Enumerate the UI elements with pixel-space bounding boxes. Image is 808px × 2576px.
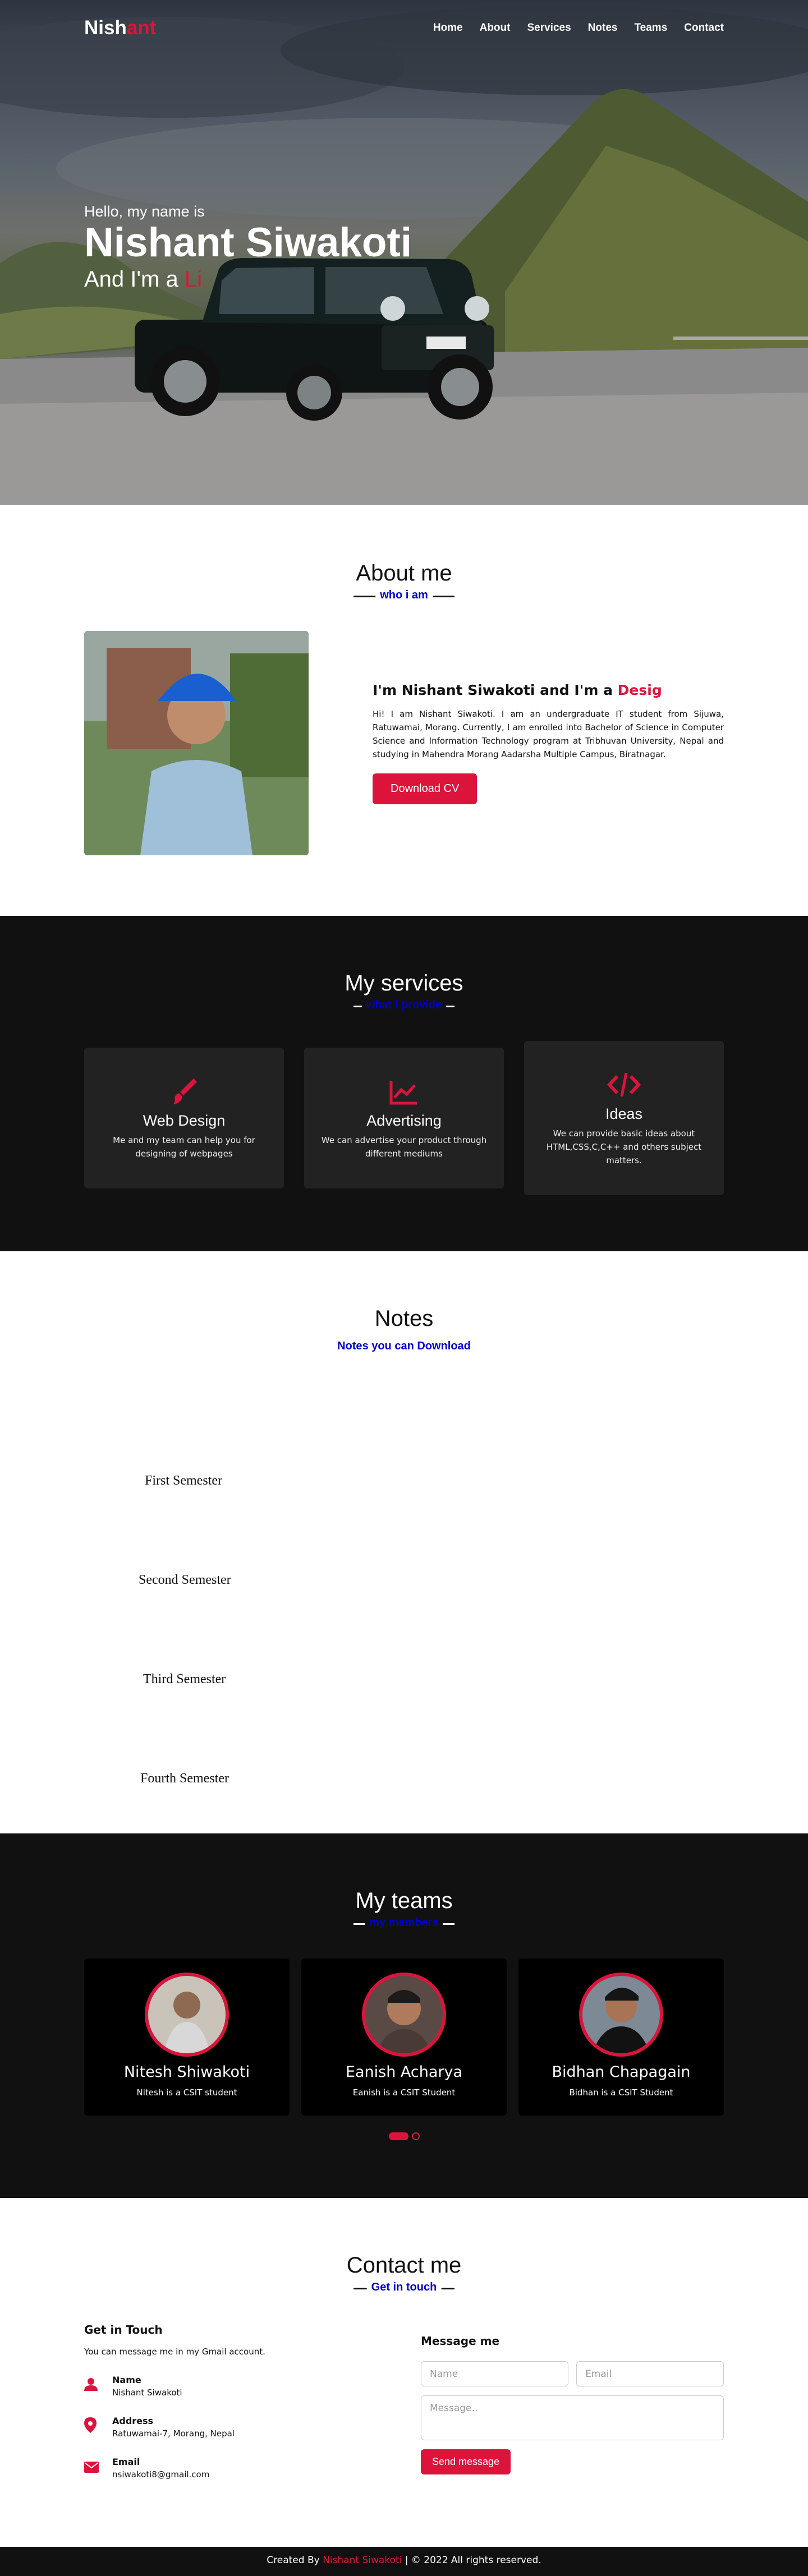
carousel-dot-2[interactable] — [411, 2132, 420, 2140]
chart-line-icon — [318, 1076, 490, 1107]
teams-section: My teams my members Nitesh Shiwakoti Nit… — [0, 1833, 808, 2198]
hero-text: Hello, my name is Nishant Siwakoti And I… — [84, 203, 412, 292]
paintbrush-icon — [98, 1076, 270, 1107]
hero-section: Hello, my name is Nishant Siwakoti And I… — [0, 0, 808, 505]
semester-link-second[interactable]: Second Semester — [139, 1573, 231, 1588]
about-section: About me who i am I'm Nishant Siwakoti a… — [0, 505, 808, 916]
member-role: Eanish is a CSIT Student — [352, 2087, 456, 2098]
service-title: Web Design — [143, 1112, 226, 1129]
services-title-text: My services — [345, 971, 463, 996]
notes-section: Notes Notes you can Download First Semes… — [0, 1251, 808, 1833]
nav-teams[interactable]: Teams — [634, 22, 667, 34]
teams-subtitle: my members — [365, 1916, 443, 1929]
contact-label: Address — [112, 2416, 154, 2426]
service-text: We can provide basic ideas about HTML,CS… — [546, 1128, 702, 1165]
about-paragraph: Hi! I am Nishant Siwakoti. I am an under… — [373, 709, 724, 759]
email-input[interactable]: Email — [576, 2361, 724, 2386]
nav-contact[interactable]: Contact — [684, 22, 724, 34]
hero-role-typing: Li — [184, 266, 202, 292]
semester-link-fourth[interactable]: Fourth Semester — [140, 1771, 229, 1786]
service-title: Advertising — [366, 1112, 442, 1129]
team-carousel[interactable]: Nitesh Shiwakoti Nitesh is a CSIT studen… — [84, 1959, 724, 2116]
contact-title-text: Contact me — [346, 2253, 462, 2278]
send-message-button[interactable]: Send message — [421, 2449, 511, 2474]
contact-row-email: Email nsiwakoti8@gmail.com — [84, 2457, 398, 2480]
logo-main: Nish — [84, 17, 127, 39]
contact-value: Nishant Siwakoti — [112, 2388, 182, 2398]
contact-row-name: Name Nishant Siwakoti — [84, 2375, 398, 2398]
name-input[interactable]: Name — [421, 2361, 568, 2386]
contact-value[interactable]: nsiwakoti8@gmail.com — [112, 2469, 209, 2480]
map-marker-icon — [84, 2417, 112, 2437]
contact-title: Contact me Get in touch — [84, 2253, 724, 2294]
team-card: Eanish Acharya Eanish is a CSIT Student — [301, 1959, 507, 2116]
about-subtitle: who i am — [375, 589, 433, 602]
contact-value: Ratuwamai-7, Morang, Nepal — [112, 2428, 235, 2439]
nav-services[interactable]: Services — [527, 22, 571, 34]
contact-subtitle: Get in touch — [366, 2281, 442, 2294]
nav-notes[interactable]: Notes — [588, 22, 618, 34]
contact-label: Email — [112, 2457, 140, 2467]
nav-about[interactable]: About — [480, 22, 511, 34]
service-card-advertising[interactable]: Advertising We can advertise your produc… — [304, 1048, 504, 1188]
get-in-touch-heading: Get in Touch — [84, 2323, 163, 2337]
hero-role-prefix: And I'm a — [84, 266, 178, 292]
message-me-heading: Message me — [421, 2334, 500, 2348]
footer-prefix: Created By — [267, 2555, 320, 2566]
navbar: Nishant Home About Services Notes Teams … — [0, 0, 808, 56]
nav-menu: Home About Services Notes Teams Contact — [433, 22, 724, 34]
carousel-dot-1[interactable] — [388, 2132, 408, 2140]
footer: Created By Nishant Siwakoti | © 2022 All… — [0, 2547, 808, 2576]
member-role: Nitesh is a CSIT student — [136, 2087, 237, 2098]
about-headline: I'm Nishant Siwakoti and I'm a Desig — [373, 682, 724, 698]
hero-greeting: Hello, my name is — [84, 203, 205, 220]
footer-suffix: | © 2022 All rights reserved. — [405, 2555, 541, 2566]
contact-label: Name — [112, 2375, 141, 2385]
hero-name: Nishant Siwakoti — [84, 220, 412, 265]
service-text: Me and my team can help you for designin… — [113, 1135, 255, 1159]
semester-link-third[interactable]: Third Semester — [143, 1672, 226, 1687]
carousel-dots — [84, 2132, 724, 2140]
about-title-text: About me — [356, 561, 452, 586]
logo-accent: ant — [126, 17, 157, 39]
notes-subtitle: Notes you can Download — [333, 1340, 475, 1353]
services-section: My services what i provide Web Design Me… — [0, 916, 808, 1251]
teams-title: My teams my members — [84, 1888, 724, 1929]
member-name: Bidhan Chapagain — [552, 2063, 691, 2081]
team-card: Nitesh Shiwakoti Nitesh is a CSIT studen… — [84, 1959, 290, 2116]
avatar — [145, 1973, 229, 2057]
semester-link-first[interactable]: First Semester — [145, 1473, 222, 1489]
profile-photo — [84, 631, 309, 855]
footer-author-link[interactable]: Nishant Siwakoti — [323, 2555, 402, 2566]
avatar — [362, 1973, 446, 2057]
teams-title-text: My teams — [355, 1888, 453, 1913]
notes-title: Notes Notes you can Download — [84, 1306, 724, 1353]
download-cv-button[interactable]: Download CV — [373, 773, 478, 804]
member-role: Bidhan is a CSIT Student — [569, 2087, 673, 2098]
contact-section: Contact me Get in touch Get in Touch You… — [0, 2198, 808, 2547]
service-card-web-design[interactable]: Web Design Me and my team can help you f… — [84, 1048, 284, 1188]
member-name: Eanish Acharya — [345, 2063, 463, 2081]
about-title: About me who i am — [84, 561, 724, 602]
service-card-ideas[interactable]: Ideas We can provide basic ideas about H… — [524, 1041, 724, 1195]
about-headline-typing: Desig — [617, 682, 662, 698]
user-icon — [84, 2377, 112, 2395]
logo[interactable]: Nishant — [84, 17, 156, 39]
notes-title-text: Notes — [374, 1306, 434, 1331]
member-name: Nitesh Shiwakoti — [123, 2063, 250, 2081]
services-title: My services what i provide — [84, 971, 724, 1012]
envelope-icon — [84, 2460, 112, 2477]
nav-home[interactable]: Home — [433, 22, 463, 34]
contact-row-address: Address Ratuwamai-7, Morang, Nepal — [84, 2416, 398, 2439]
about-headline-prefix: I'm Nishant Siwakoti and I'm a — [373, 682, 613, 698]
service-text: We can advertise your product through di… — [321, 1135, 487, 1159]
service-title: Ideas — [605, 1105, 643, 1122]
code-icon — [538, 1069, 710, 1100]
avatar — [579, 1973, 663, 2057]
message-textarea[interactable]: Message.. — [421, 2395, 724, 2440]
services-subtitle: what i provide — [361, 999, 447, 1012]
contact-intro: You can message me in my Gmail account. — [84, 2347, 265, 2357]
hero-role: And I'm a Li — [84, 267, 412, 292]
team-card: Bidhan Chapagain Bidhan is a CSIT Studen… — [518, 1959, 724, 2116]
